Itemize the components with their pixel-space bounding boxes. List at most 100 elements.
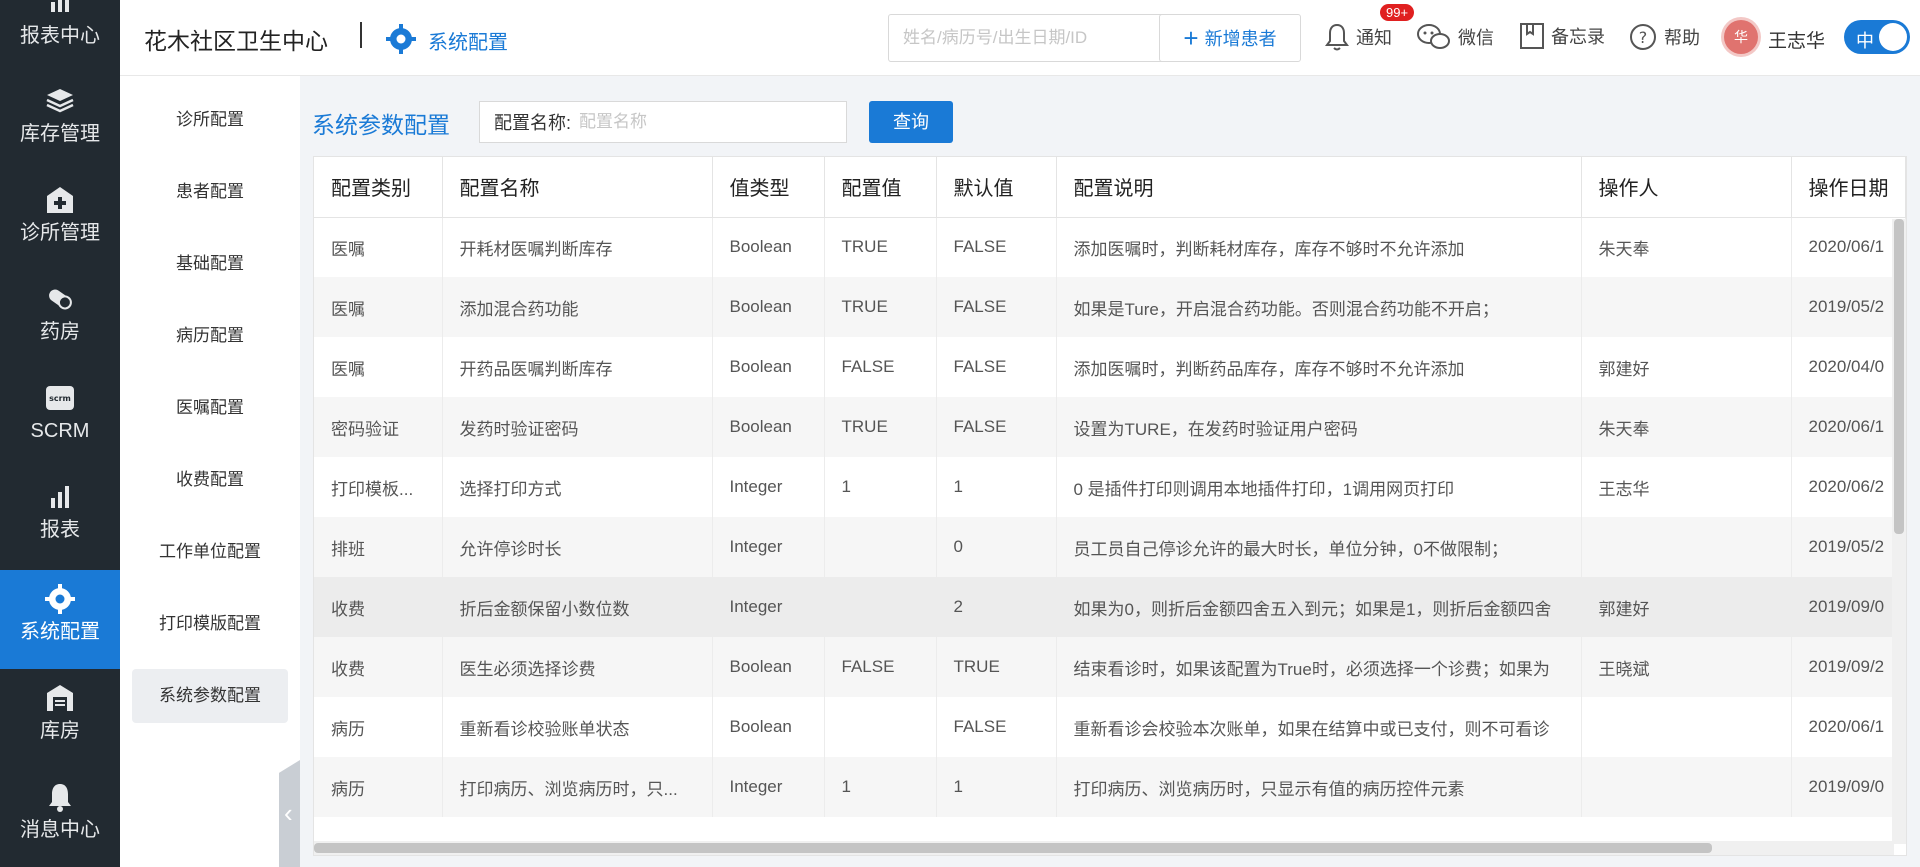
table-cell: 2019/09/0 xyxy=(1791,757,1906,817)
table-cell: 收费 xyxy=(314,637,443,697)
table-row[interactable]: 病历 打印病历、浏览病历时，只... Integer 1 1 打印病历、浏览病历时，只显示… xyxy=(314,757,1906,817)
submenu-system-param-config[interactable]: 系统参数配置 xyxy=(132,669,288,723)
nav-item-clinic[interactable]: 诊所管理 xyxy=(0,179,120,278)
column-header[interactable]: 默认值 xyxy=(936,157,1057,218)
table-row[interactable]: 医嘱 开药品医嘱判断库存 Boolean FALSE FALSE 添加医嘱时，判断药品库存… xyxy=(314,337,1906,397)
table-cell: 密码验证 xyxy=(314,397,443,457)
wechat-label: 微信 xyxy=(1458,28,1494,48)
table-row[interactable]: 收费 医生必须选择诊费 Boolean FALSE TRUE 结束看诊时，如果该配置为Tr… xyxy=(314,637,1906,697)
bell-icon xyxy=(1325,23,1349,51)
table-row[interactable]: 医嘱 添加混合药功能 Boolean TRUE FALSE 如果是Ture，开启混合药功能… xyxy=(314,277,1906,337)
add-patient-label: 新增患者 xyxy=(1204,29,1277,49)
svg-text:?: ? xyxy=(1639,28,1648,47)
section-title: 系统配置 xyxy=(428,32,508,54)
nav-label: 系统配置 xyxy=(20,621,100,643)
nav-item-messages[interactable]: 消息中心 xyxy=(0,768,120,867)
table-cell: 重新看诊校验账单状态 xyxy=(442,697,713,757)
table-cell: 郭建好 xyxy=(1581,577,1792,637)
add-patient-button[interactable]: + 新增患者 xyxy=(1159,14,1301,62)
column-header[interactable]: 值类型 xyxy=(712,157,825,218)
nav-label: 药房 xyxy=(40,321,80,343)
nav-label: 库存管理 xyxy=(20,123,100,145)
table-row[interactable]: 病历 重新看诊校验账单状态 Boolean FALSE 重新看诊会校验本次账单，如果在结… xyxy=(314,697,1906,757)
table-row[interactable]: 收费 折后金额保留小数位数 Integer 2 如果为0，则折后金额四舍五入到元；如果是… xyxy=(314,577,1906,637)
horizontal-scrollbar[interactable] xyxy=(314,841,1894,855)
query-button[interactable]: 查询 xyxy=(869,101,953,143)
submenu-order-config[interactable]: 医嘱配置 xyxy=(132,381,288,435)
filter-label: 配置名称: xyxy=(494,113,572,133)
scroll-thumb[interactable] xyxy=(1894,219,1904,534)
table-cell: 排班 xyxy=(314,517,443,577)
submenu-clinic-config[interactable]: 诊所配置 xyxy=(132,93,288,147)
column-header[interactable]: 配置类别 xyxy=(314,157,443,218)
user-name[interactable]: 王志华 xyxy=(1768,26,1825,53)
notify-label: 通知 xyxy=(1356,28,1392,48)
scrm-icon: scrm xyxy=(46,386,74,410)
nav-item-inventory[interactable]: 库存管理 xyxy=(0,80,120,179)
table-cell: 医嘱 xyxy=(314,217,443,277)
submenu-basic-config[interactable]: 基础配置 xyxy=(132,237,288,291)
table-cell: Boolean xyxy=(712,637,825,697)
help-label: 帮助 xyxy=(1664,28,1700,48)
nav-item-system-config[interactable]: 系统配置 xyxy=(0,570,120,669)
memo-icon xyxy=(1520,23,1544,49)
table-cell: 王晓斌 xyxy=(1581,637,1792,697)
pill-icon xyxy=(49,289,72,310)
column-header[interactable]: 操作人 xyxy=(1581,157,1792,218)
nav-item-warehouse[interactable]: 库房 xyxy=(0,669,120,768)
table-cell: 郭建好 xyxy=(1581,337,1792,397)
svg-text:scrm: scrm xyxy=(49,394,71,403)
table-row[interactable]: 医嘱 开耗材医嘱判断库存 Boolean TRUE FALSE 添加医嘱时，判断耗材库存，… xyxy=(314,217,1906,277)
left-nav: 报表中心 库存管理 诊所管理 药房 scrm SCRM 报表 系统配置 库房 消… xyxy=(0,0,120,867)
submenu-billing-config[interactable]: 收费配置 xyxy=(132,453,288,507)
submenu-employer-config[interactable]: 工作单位配置 xyxy=(132,525,288,579)
submenu-print-template-config[interactable]: 打印模版配置 xyxy=(132,597,288,651)
config-name-filter: 配置名称: xyxy=(479,101,847,143)
table-cell: Boolean xyxy=(712,217,825,277)
table-cell: 开药品医嘱判断库存 xyxy=(442,337,713,397)
table-row[interactable]: 密码验证 发药时验证密码 Boolean TRUE FALSE 设置为TURE，在发药时验… xyxy=(314,397,1906,457)
table-cell: TRUE xyxy=(824,217,937,277)
submenu-patient-config[interactable]: 患者配置 xyxy=(132,165,288,219)
table-row[interactable]: 排班 允许停诊时长 Integer 0 员工员自己停诊允许的最大时长，单位分钟，0不做限… xyxy=(314,517,1906,577)
submenu-record-config[interactable]: 病历配置 xyxy=(132,309,288,363)
table-cell: 2 xyxy=(936,577,1057,637)
table-cell: TRUE xyxy=(936,637,1057,697)
wechat-button[interactable]: 微信 xyxy=(1416,22,1494,52)
table-cell: 添加医嘱时，判断药品库存，库存不够时不允许添加 xyxy=(1056,337,1582,397)
nav-item-report-center[interactable]: 报表中心 xyxy=(0,0,120,47)
nav-item-scrm[interactable]: scrm SCRM xyxy=(0,377,120,476)
table-cell: 打印模板... xyxy=(314,457,443,517)
column-header[interactable]: 配置说明 xyxy=(1056,157,1582,218)
table-cell: Integer xyxy=(712,517,825,577)
bar-chart-icon xyxy=(51,486,69,508)
column-header[interactable]: 操作日期 xyxy=(1791,157,1906,218)
table-cell: Boolean xyxy=(712,397,825,457)
table-cell: 医嘱 xyxy=(314,337,443,397)
page-title: 系统参数配置 xyxy=(312,112,450,138)
table-cell: 员工员自己停诊允许的最大时长，单位分钟，0不做限制； xyxy=(1056,517,1582,577)
table-cell xyxy=(824,517,937,577)
table-cell: 2019/05/2 xyxy=(1791,517,1906,577)
table-cell xyxy=(824,697,937,757)
table-cell: 添加医嘱时，判断耗材库存，库存不够时不允许添加 xyxy=(1056,217,1582,277)
column-header[interactable]: 配置值 xyxy=(824,157,937,218)
avatar[interactable]: 华 xyxy=(1724,20,1758,54)
scroll-thumb[interactable] xyxy=(314,843,1712,853)
table-row[interactable]: 打印模板... 选择打印方式 Integer 1 1 0 是插件打印则调用本地插件打印，1… xyxy=(314,457,1906,517)
notify-button[interactable]: 通知 xyxy=(1324,22,1392,52)
column-header[interactable]: 配置名称 xyxy=(442,157,713,218)
toggle-knob xyxy=(1879,23,1907,51)
config-name-input[interactable] xyxy=(579,112,800,132)
table-cell: 2019/09/0 xyxy=(1791,577,1906,637)
table-cell: 如果是Ture，开启混合药功能。否则混合药功能不开启； xyxy=(1056,277,1582,337)
help-button[interactable]: ? 帮助 xyxy=(1628,22,1700,52)
nav-item-reports[interactable]: 报表 xyxy=(0,476,120,575)
clinic-plus-icon xyxy=(47,187,73,213)
memo-button[interactable]: 备忘录 xyxy=(1519,22,1605,50)
language-toggle[interactable]: 中 xyxy=(1844,20,1910,54)
collapse-sidebar-handle[interactable]: ‹ xyxy=(279,760,300,867)
vertical-scrollbar[interactable] xyxy=(1892,219,1906,844)
nav-item-pharmacy[interactable]: 药房 xyxy=(0,278,120,377)
table-cell: Boolean xyxy=(712,697,825,757)
